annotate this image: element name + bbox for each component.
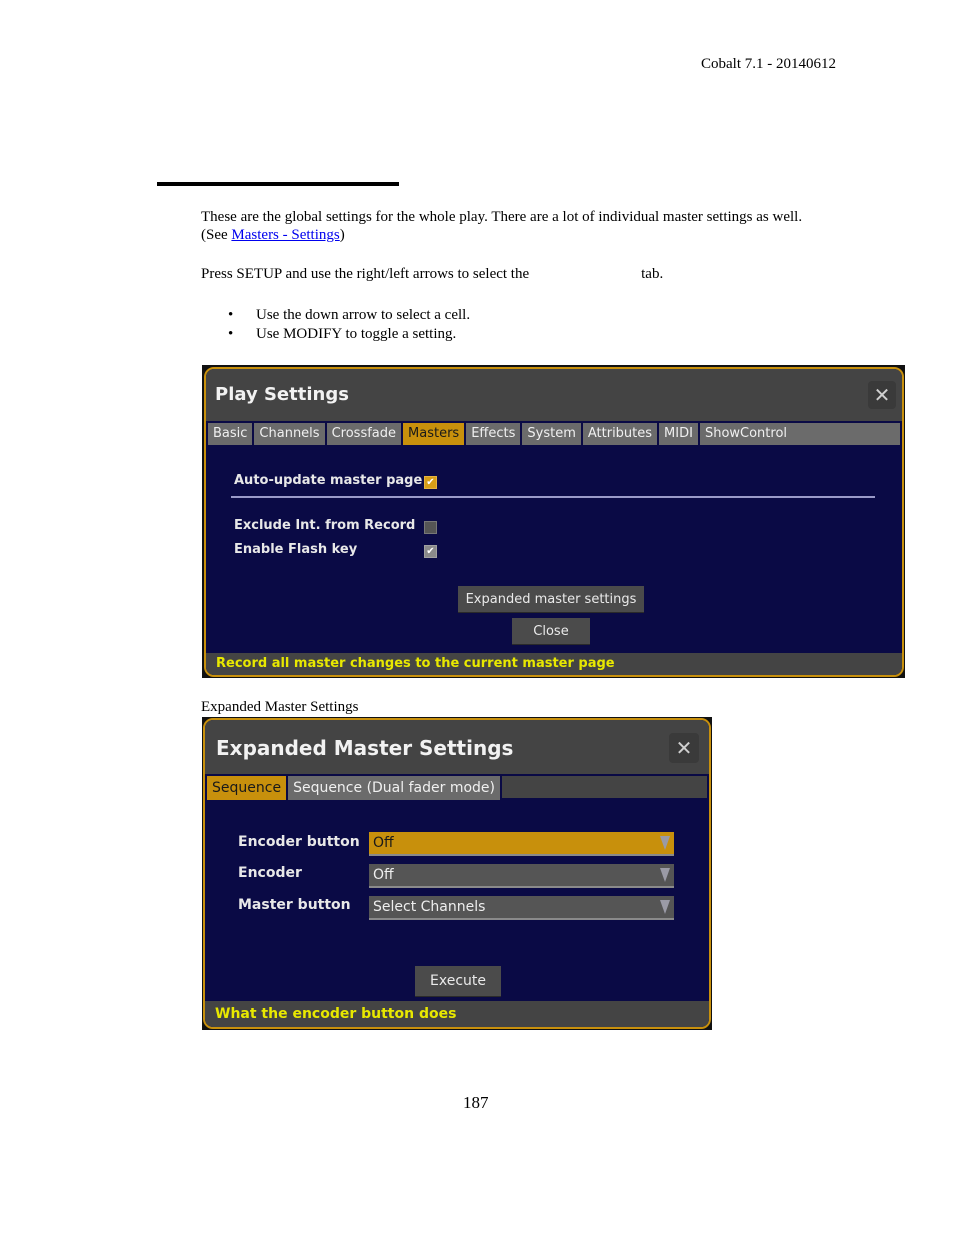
- encoder-button-label: Encoder button: [238, 834, 360, 850]
- intro-line-2: (See Masters - Settings): [201, 226, 802, 244]
- intro-line-1: These are the global settings for the wh…: [201, 209, 803, 225]
- expanded-settings-tabs: Sequence Sequence (Dual fader mode): [205, 774, 709, 802]
- exclude-int-checkbox[interactable]: [424, 521, 437, 534]
- close-icon[interactable]: ✕: [669, 733, 699, 763]
- instruction-tab-word: tab.: [641, 266, 664, 282]
- play-settings-dialog: Play Settings ✕ Basic Channels Crossfade…: [204, 367, 904, 677]
- play-settings-body: Auto-update master page ✔ Exclude Int. f…: [206, 445, 902, 657]
- expanded-settings-screenshot: Expanded Master Settings ✕ Sequence Sequ…: [202, 717, 712, 1030]
- expanded-settings-titlebar: Expanded Master Settings ✕: [205, 720, 709, 774]
- section-divider: [231, 496, 875, 498]
- intro-see: (See: [201, 227, 232, 243]
- tab-masters[interactable]: Masters: [403, 423, 465, 445]
- master-button-select[interactable]: Select Channels: [369, 896, 674, 920]
- expanded-settings-body: Encoder button Off Encoder Off Master bu…: [205, 802, 709, 1002]
- encoder-label: Encoder: [238, 865, 302, 881]
- auto-update-label: Auto-update master page: [234, 473, 423, 488]
- play-settings-tabs: Basic Channels Crossfade Masters Effects…: [206, 421, 902, 445]
- select-value: Off: [373, 835, 394, 851]
- expanded-master-settings-button[interactable]: Expanded master settings: [458, 586, 644, 612]
- dialog-title: Expanded Master Settings: [216, 736, 514, 760]
- tab-showcontrol[interactable]: ShowControl: [699, 423, 900, 445]
- list-item: • Use MODIFY to toggle a setting.: [228, 325, 470, 344]
- execute-button[interactable]: Execute: [415, 966, 501, 996]
- tab-basic[interactable]: Basic: [208, 423, 253, 445]
- encoder-select[interactable]: Off: [369, 864, 674, 888]
- tab-sequence-dual-fader[interactable]: Sequence (Dual fader mode): [288, 776, 500, 800]
- play-settings-screenshot: Play Settings ✕ Basic Channels Crossfade…: [202, 365, 905, 678]
- dialog-title: Play Settings: [215, 384, 349, 405]
- dropdown-arrow-icon: [660, 868, 670, 882]
- master-button-label: Master button: [238, 897, 351, 913]
- list-item-text: Use MODIFY to toggle a setting.: [256, 326, 457, 342]
- list-item: • Use the down arrow to select a cell.: [228, 306, 470, 325]
- intro-paragraph: These are the global settings for the wh…: [201, 208, 802, 244]
- dropdown-arrow-icon: [660, 900, 670, 914]
- section-rule: [157, 182, 399, 186]
- encoder-button-select[interactable]: Off: [369, 832, 674, 856]
- play-settings-titlebar: Play Settings ✕: [206, 369, 902, 421]
- dropdown-arrow-icon: [660, 836, 670, 850]
- masters-settings-link[interactable]: Masters - Settings: [231, 227, 339, 243]
- close-button[interactable]: Close: [512, 618, 590, 644]
- tab-crossfade[interactable]: Crossfade: [326, 423, 402, 445]
- bullet-icon: •: [228, 307, 234, 323]
- instruction-paragraph: Press SETUP and use the right/left arrow…: [201, 265, 663, 283]
- select-value: Select Channels: [373, 899, 486, 915]
- tab-sequence[interactable]: Sequence: [207, 776, 287, 800]
- enable-flash-checkbox[interactable]: ✔: [424, 545, 437, 558]
- page-number: 187: [463, 1093, 489, 1112]
- status-bar: What the encoder button does: [205, 1001, 709, 1027]
- exclude-int-label: Exclude Int. from Record: [234, 518, 416, 533]
- select-value: Off: [373, 867, 394, 883]
- tab-strip-filler: [501, 776, 707, 798]
- enable-flash-label: Enable Flash key: [234, 542, 358, 557]
- intro-paren: ): [339, 227, 345, 243]
- status-bar: Record all master changes to the current…: [206, 653, 902, 675]
- list-item-text: Use the down arrow to select a cell.: [256, 307, 471, 323]
- expanded-settings-dialog: Expanded Master Settings ✕ Sequence Sequ…: [203, 718, 711, 1029]
- doc-header-version: Cobalt 7.1 - 20140612: [701, 56, 836, 72]
- tab-system[interactable]: System: [522, 423, 581, 445]
- instruction-text: Press SETUP and use the right/left arrow…: [201, 266, 530, 282]
- tab-attributes[interactable]: Attributes: [582, 423, 658, 445]
- tab-midi[interactable]: MIDI: [659, 423, 698, 445]
- instruction-list: • Use the down arrow to select a cell. • U…: [228, 306, 470, 344]
- tab-effects[interactable]: Effects: [466, 423, 521, 445]
- figure-caption: Expanded Master Settings: [201, 699, 359, 715]
- close-icon[interactable]: ✕: [868, 381, 896, 409]
- tab-channels[interactable]: Channels: [254, 423, 325, 445]
- bullet-icon: •: [228, 326, 234, 342]
- auto-update-checkbox[interactable]: ✔: [424, 476, 437, 489]
